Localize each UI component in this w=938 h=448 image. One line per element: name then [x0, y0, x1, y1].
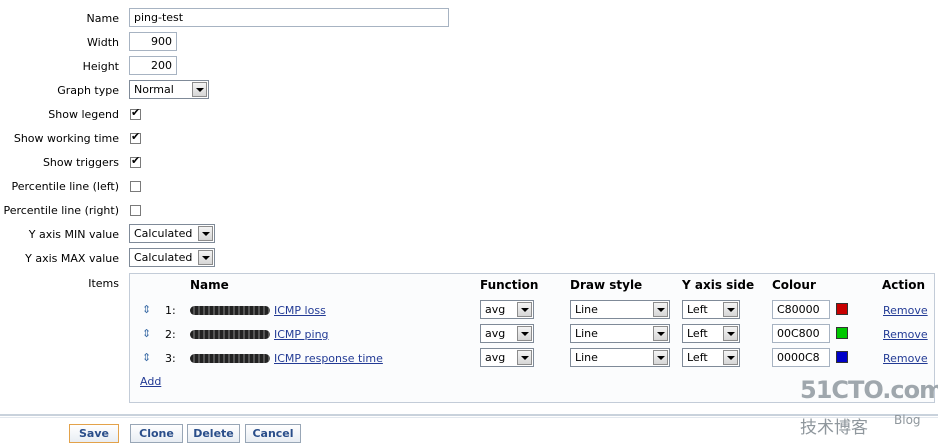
watermark-sub: 技术博客 — [800, 418, 868, 438]
draw-style-select[interactable]: Line — [570, 348, 670, 367]
redacted-host — [190, 330, 270, 339]
show-legend-checkbox[interactable]: ✔ — [130, 106, 141, 120]
percentile-left-checkbox[interactable] — [130, 181, 141, 192]
delete-button[interactable]: Delete — [187, 424, 240, 443]
chevron-down-icon — [198, 226, 213, 241]
percentile-right-checkbox[interactable] — [130, 205, 141, 216]
chevron-down-icon — [723, 302, 738, 317]
y-axis-side-select[interactable]: Left — [682, 300, 740, 319]
col-header-colour: Colour — [772, 278, 816, 292]
add-item-link[interactable]: Add — [140, 375, 161, 388]
graph-type-label: Graph type — [57, 84, 119, 97]
ymin-value: Calculated — [134, 227, 193, 240]
clone-button[interactable]: Clone — [130, 424, 183, 443]
chevron-down-icon — [192, 82, 207, 97]
y-axis-side-select[interactable]: Left — [682, 324, 740, 343]
colour-swatch[interactable] — [836, 351, 848, 363]
row-index: 1: — [165, 304, 176, 317]
ymin-label: Y axis MIN value — [28, 228, 119, 241]
name-field[interactable]: ping-test — [129, 8, 449, 27]
show-triggers-checkbox[interactable]: ✔ — [130, 154, 141, 168]
ymin-select[interactable]: Calculated — [129, 224, 215, 243]
chevron-down-icon — [517, 326, 532, 341]
item-name-link[interactable]: ICMP ping — [274, 328, 329, 341]
remove-link[interactable]: Remove — [883, 304, 928, 317]
height-field[interactable]: 200 — [129, 56, 177, 75]
watermark-blog: Blog — [894, 413, 921, 427]
name-label: Name — [86, 12, 119, 25]
save-button[interactable]: Save — [69, 424, 119, 443]
show-triggers-label: Show triggers — [42, 156, 119, 169]
y-axis-side-value: Left — [687, 327, 708, 340]
col-header-y-axis-side: Y axis side — [682, 278, 755, 292]
row-index: 3: — [165, 352, 176, 365]
y-axis-side-value: Left — [687, 303, 708, 316]
function-value: avg — [485, 327, 506, 340]
draw-style-select[interactable]: Line — [570, 300, 670, 319]
show-working-time-checkbox[interactable]: ✔ — [130, 130, 141, 144]
check-icon: ✔ — [131, 130, 141, 143]
function-select[interactable]: avg — [480, 348, 534, 367]
check-icon: ✔ — [131, 154, 141, 167]
item-name-link[interactable]: ICMP response time — [274, 352, 383, 365]
watermark: 51CTO.com 技术博客 Blog — [780, 376, 938, 446]
function-value: avg — [485, 351, 506, 364]
chevron-down-icon — [653, 326, 668, 341]
ymax-value: Calculated — [134, 251, 193, 264]
item-name-link[interactable]: ICMP loss — [274, 304, 326, 317]
col-header-draw-style: Draw style — [570, 278, 643, 292]
remove-link[interactable]: Remove — [883, 328, 928, 341]
function-value: avg — [485, 303, 506, 316]
ymax-label: Y axis MAX value — [25, 252, 119, 265]
chevron-down-icon — [723, 350, 738, 365]
colour-field[interactable]: 00C800 — [772, 324, 830, 343]
graph-type-value: Normal — [134, 83, 174, 96]
graph-type-select[interactable]: Normal — [129, 80, 209, 99]
ymax-select[interactable]: Calculated — [129, 248, 215, 267]
remove-link[interactable]: Remove — [883, 352, 928, 365]
height-label: Height — [82, 60, 119, 73]
colour-field[interactable]: C80000 — [772, 300, 830, 319]
y-axis-side-select[interactable]: Left — [682, 348, 740, 367]
draw-style-value: Line — [575, 303, 598, 316]
col-header-name: Name — [190, 278, 229, 292]
width-label: Width — [87, 36, 119, 49]
drag-handle-icon[interactable]: ⇕ — [142, 303, 151, 316]
colour-swatch[interactable] — [836, 303, 848, 315]
check-icon: ✔ — [131, 106, 141, 119]
chevron-down-icon — [723, 326, 738, 341]
function-select[interactable]: avg — [480, 324, 534, 343]
chevron-down-icon — [653, 302, 668, 317]
colour-field[interactable]: 0000C8 — [772, 348, 830, 367]
y-axis-side-value: Left — [687, 351, 708, 364]
items-label: Items — [88, 277, 119, 290]
chevron-down-icon — [198, 250, 213, 265]
col-header-action: Action — [882, 278, 926, 292]
redacted-host — [190, 306, 270, 315]
chevron-down-icon — [653, 350, 668, 365]
col-header-function: Function — [480, 278, 539, 292]
watermark-logo: 51CTO.com — [800, 376, 938, 404]
drag-handle-icon[interactable]: ⇕ — [142, 351, 151, 364]
percentile-left-label: Percentile line (left) — [11, 180, 119, 193]
chevron-down-icon — [517, 302, 532, 317]
redacted-host — [190, 354, 270, 363]
width-field[interactable]: 900 — [129, 32, 177, 51]
row-index: 2: — [165, 328, 176, 341]
draw-style-select[interactable]: Line — [570, 324, 670, 343]
drag-handle-icon[interactable]: ⇕ — [142, 327, 151, 340]
function-select[interactable]: avg — [480, 300, 534, 319]
draw-style-value: Line — [575, 351, 598, 364]
cancel-button[interactable]: Cancel — [245, 424, 301, 443]
colour-swatch[interactable] — [836, 327, 848, 339]
chevron-down-icon — [517, 350, 532, 365]
draw-style-value: Line — [575, 327, 598, 340]
percentile-right-label: Percentile line (right) — [3, 204, 119, 217]
show-legend-label: Show legend — [48, 108, 119, 121]
show-working-time-label: Show working time — [13, 132, 119, 145]
